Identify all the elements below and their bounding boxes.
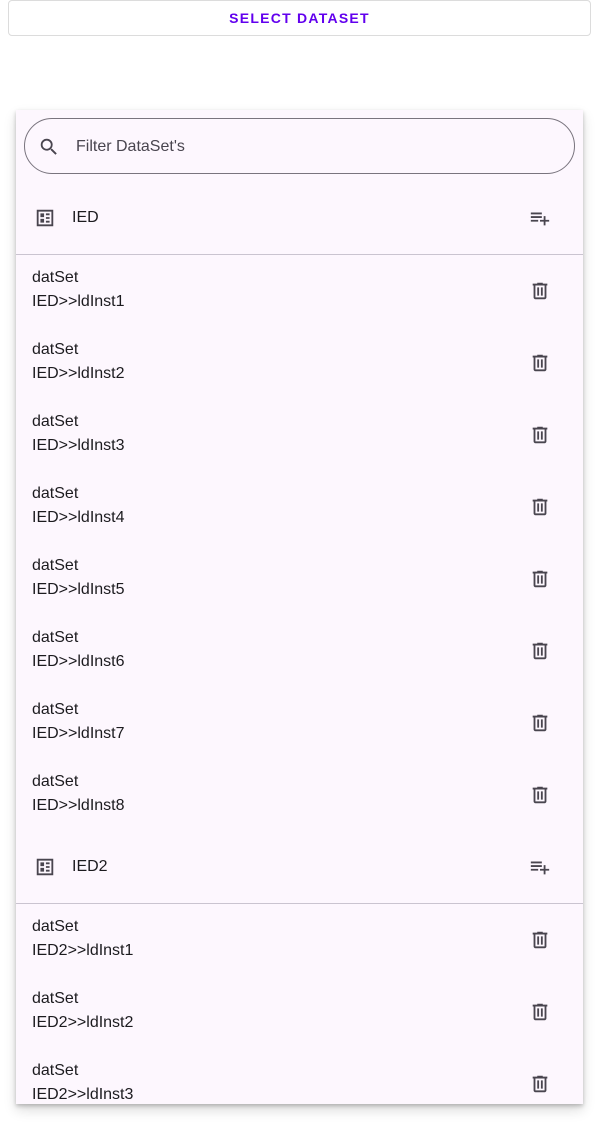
dataset-list-item[interactable]: datSet IED2>>ldInst2: [16, 976, 583, 1048]
select-dataset-button[interactable]: SELECT DATASET: [8, 0, 591, 36]
delete-dataset-button[interactable]: [522, 345, 558, 381]
dataset-name: datSet: [32, 918, 79, 935]
dataset-list-item[interactable]: datSet IED>>ldInst6: [16, 615, 583, 687]
delete-icon: [529, 496, 551, 518]
delete-icon: [529, 712, 551, 734]
dataset-name: datSet: [32, 701, 79, 718]
dataset-path: IED>>ldInst7: [32, 725, 125, 742]
delete-dataset-button[interactable]: [522, 1066, 558, 1102]
dataset-path: IED>>ldInst8: [32, 797, 125, 814]
dataset-list-item[interactable]: datSet IED>>ldInst5: [16, 543, 583, 615]
dataset-list-item[interactable]: datSet IED2>>ldInst1: [16, 904, 583, 976]
add-dataset-button[interactable]: [522, 849, 558, 885]
dataset-path: IED>>ldInst1: [32, 293, 125, 310]
dataset-list-item[interactable]: datSet IED>>ldInst7: [16, 687, 583, 759]
dataset-name: datSet: [32, 990, 79, 1007]
delete-dataset-button[interactable]: [522, 273, 558, 309]
dataset-name: datSet: [32, 485, 79, 502]
dataset-name: datSet: [32, 1062, 79, 1079]
dataset-path: IED>>ldInst3: [32, 437, 125, 454]
ied-group-label: IED2: [72, 858, 108, 875]
add-dataset-button[interactable]: [522, 200, 558, 236]
dataset-list-item[interactable]: datSet IED>>ldInst1: [16, 255, 583, 327]
dataset-path: IED2>>ldInst1: [32, 942, 134, 959]
delete-dataset-button[interactable]: [522, 489, 558, 525]
delete-icon: [529, 784, 551, 806]
dataset-list-item[interactable]: datSet IED2>>ldInst3: [16, 1048, 583, 1120]
delete-dataset-button[interactable]: [522, 633, 558, 669]
dataset-name: datSet: [32, 341, 79, 358]
ied-icon: [34, 856, 56, 878]
dataset-path: IED>>ldInst4: [32, 509, 125, 526]
delete-icon: [529, 1001, 551, 1023]
dataset-picker-panel: IEDdatSetIED>>ldInst1datSetIED>>ldInst2d…: [16, 110, 583, 1104]
delete-icon: [529, 929, 551, 951]
dataset-path: IED>>ldInst6: [32, 653, 125, 670]
delete-icon: [529, 280, 551, 302]
search-field[interactable]: [24, 118, 575, 174]
delete-icon: [529, 424, 551, 446]
dataset-list-item[interactable]: datSet IED>>ldInst4: [16, 471, 583, 543]
dataset-path: IED2>>ldInst3: [32, 1086, 134, 1103]
delete-icon: [529, 640, 551, 662]
dataset-list-item[interactable]: datSet IED>>ldInst8: [16, 759, 583, 831]
playlist-add-icon: [529, 856, 551, 878]
playlist-add-icon: [529, 207, 551, 229]
delete-icon: [529, 1073, 551, 1095]
dataset-name: datSet: [32, 557, 79, 574]
dataset-name: datSet: [32, 773, 79, 790]
dataset-list: IED datSet IED>>ldInst1 datSet IED>>ldInst2 d…: [16, 182, 583, 1120]
search-input[interactable]: [76, 133, 546, 161]
delete-dataset-button[interactable]: [522, 561, 558, 597]
dataset-name: datSet: [32, 413, 79, 430]
dataset-path: IED>>ldInst5: [32, 581, 125, 598]
delete-dataset-button[interactable]: [522, 922, 558, 958]
delete-dataset-button[interactable]: [522, 705, 558, 741]
search-icon: [38, 136, 60, 158]
dataset-list-item[interactable]: datSet IED>>ldInst2: [16, 327, 583, 399]
delete-icon: [529, 352, 551, 374]
dataset-name: datSet: [32, 269, 79, 286]
ied-group-header: IED: [16, 182, 583, 254]
ied-icon: [34, 207, 56, 229]
ied-group-label: IED: [72, 209, 99, 226]
delete-dataset-button[interactable]: [522, 994, 558, 1030]
delete-dataset-button[interactable]: [522, 417, 558, 453]
dataset-list-item[interactable]: datSet IED>>ldInst3: [16, 399, 583, 471]
dataset-path: IED2>>ldInst2: [32, 1014, 134, 1031]
delete-dataset-button[interactable]: [522, 777, 558, 813]
delete-icon: [529, 568, 551, 590]
ied-group-header: IED2: [16, 831, 583, 903]
dataset-path: IED>>ldInst2: [32, 365, 125, 382]
dataset-name: datSet: [32, 629, 79, 646]
